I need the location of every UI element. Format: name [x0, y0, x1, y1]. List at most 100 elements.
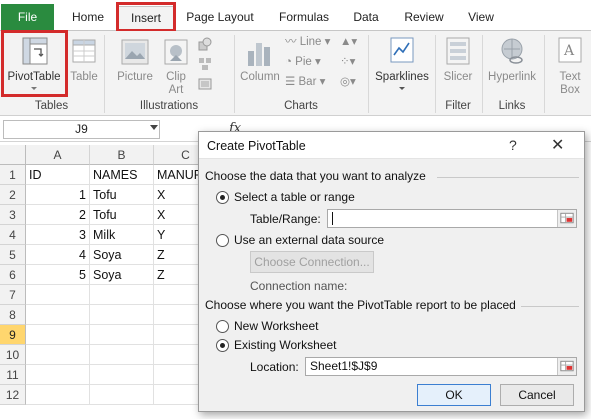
ribbon-tab-bar: File Home Insert Page Layout Formulas Da…	[0, 0, 591, 32]
screenshot-icon[interactable]	[198, 77, 212, 91]
tab-home[interactable]: Home	[62, 6, 114, 31]
line-chart-icon: 〰	[285, 36, 297, 48]
table-label: Table	[70, 71, 98, 83]
row-header[interactable]: 2	[0, 185, 26, 205]
group-separator	[544, 35, 545, 113]
cell[interactable]: 1	[26, 185, 90, 205]
line-chart-button[interactable]: 〰 Line ▾	[285, 34, 330, 50]
table-button[interactable]: Table	[68, 35, 100, 97]
ok-button[interactable]: OK	[417, 384, 491, 406]
row-header-selected[interactable]: 9	[0, 325, 26, 345]
cell[interactable]	[90, 285, 154, 305]
close-icon[interactable]: ✕	[551, 135, 564, 155]
row-header[interactable]: 7	[0, 285, 26, 305]
scatter-chart-icon[interactable]: ⁘▾	[340, 54, 355, 70]
cell[interactable]: Tofu	[90, 205, 154, 225]
tab-page-layout[interactable]: Page Layout	[180, 6, 260, 31]
row-header[interactable]: 1	[0, 165, 26, 185]
cancel-button[interactable]: Cancel	[500, 384, 574, 406]
cell[interactable]	[26, 365, 90, 385]
help-icon[interactable]: ?	[509, 137, 517, 153]
cell[interactable]: Milk	[90, 225, 154, 245]
pie-chart-icon: ◔	[285, 56, 292, 68]
connection-name-label: Connection name:	[250, 279, 348, 293]
clip-art-button[interactable]: Clip Art	[160, 35, 192, 97]
cell[interactable]: 3	[26, 225, 90, 245]
other-charts-icon[interactable]: ◎▾	[340, 74, 356, 90]
cell[interactable]: ID	[26, 165, 90, 185]
chevron-down-icon	[399, 87, 405, 90]
row-header[interactable]: 8	[0, 305, 26, 325]
picture-icon	[121, 39, 149, 65]
shapes-icon[interactable]	[198, 37, 212, 51]
cell[interactable]: 4	[26, 245, 90, 265]
range-picker-icon[interactable]	[557, 210, 576, 227]
row-header[interactable]: 10	[0, 345, 26, 365]
cell[interactable]	[90, 345, 154, 365]
tab-data[interactable]: Data	[344, 6, 388, 31]
cell[interactable]	[90, 305, 154, 325]
cell[interactable]: Soya	[90, 245, 154, 265]
tables-group-label: Tables	[34, 100, 69, 112]
cell[interactable]: Soya	[90, 265, 154, 285]
sparklines-button[interactable]: Sparklines	[372, 35, 432, 97]
hyperlink-button[interactable]: Hyperlink	[484, 35, 540, 97]
column-header-b[interactable]: B	[90, 145, 154, 165]
cell[interactable]: Tofu	[90, 185, 154, 205]
picture-button[interactable]: Picture	[112, 35, 158, 97]
select-table-label[interactable]: Select a table or range	[234, 190, 355, 204]
row-header[interactable]: 11	[0, 365, 26, 385]
tab-review[interactable]: Review	[396, 6, 452, 31]
table-range-input[interactable]	[327, 209, 577, 228]
radio-external-source[interactable]	[216, 234, 229, 247]
cell[interactable]	[26, 325, 90, 345]
row-header[interactable]: 12	[0, 385, 26, 405]
pie-chart-button[interactable]: ◔ Pie ▾	[285, 54, 321, 70]
cell[interactable]	[26, 385, 90, 405]
cell[interactable]	[90, 385, 154, 405]
external-source-label[interactable]: Use an external data source	[234, 233, 384, 247]
tab-file[interactable]: File	[1, 4, 54, 31]
cell[interactable]: 2	[26, 205, 90, 225]
choose-connection-button[interactable]: Choose Connection...	[250, 251, 374, 273]
smartart-icon[interactable]	[198, 57, 212, 71]
slicer-button[interactable]: Slicer	[438, 35, 478, 97]
cell[interactable]	[90, 365, 154, 385]
dialog-title-bar[interactable]: Create PivotTable ? ✕	[199, 132, 584, 159]
text-box-icon: A	[558, 37, 582, 63]
cell[interactable]	[90, 325, 154, 345]
cell[interactable]: NAMES	[90, 165, 154, 185]
chevron-down-icon[interactable]	[150, 125, 158, 130]
column-header-a[interactable]: A	[26, 145, 90, 165]
radio-select-table[interactable]	[216, 191, 229, 204]
bar-chart-button[interactable]: ☰ Bar ▾	[285, 74, 325, 90]
cell[interactable]	[26, 345, 90, 365]
area-chart-icon[interactable]: ▲▾	[340, 34, 357, 50]
group-separator	[368, 35, 369, 113]
range-picker-icon[interactable]	[557, 358, 576, 375]
location-label: Location:	[250, 360, 299, 374]
tab-view[interactable]: View	[458, 6, 504, 31]
row-header[interactable]: 4	[0, 225, 26, 245]
table-range-label: Table/Range:	[250, 212, 321, 226]
cell[interactable]: 5	[26, 265, 90, 285]
text-box-button[interactable]: A Text Box	[550, 35, 590, 97]
new-worksheet-label[interactable]: New Worksheet	[234, 319, 318, 333]
slicer-icon	[446, 37, 470, 65]
cell[interactable]	[26, 285, 90, 305]
bar-chart-label: Bar	[298, 76, 317, 88]
column-chart-button[interactable]: Column	[238, 35, 282, 97]
row-header[interactable]: 6	[0, 265, 26, 285]
tab-formulas[interactable]: Formulas	[271, 6, 337, 31]
pivottable-highlight	[1, 30, 68, 97]
row-header[interactable]: 3	[0, 205, 26, 225]
column-chart-icon	[248, 43, 270, 66]
radio-new-worksheet[interactable]	[216, 320, 229, 333]
name-box[interactable]: J9	[3, 120, 160, 139]
cell[interactable]	[26, 305, 90, 325]
location-input[interactable]: Sheet1!$J$9	[305, 357, 577, 376]
select-all-corner[interactable]	[0, 145, 26, 165]
existing-worksheet-label[interactable]: Existing Worksheet	[234, 338, 337, 352]
radio-existing-worksheet[interactable]	[216, 339, 229, 352]
row-header[interactable]: 5	[0, 245, 26, 265]
